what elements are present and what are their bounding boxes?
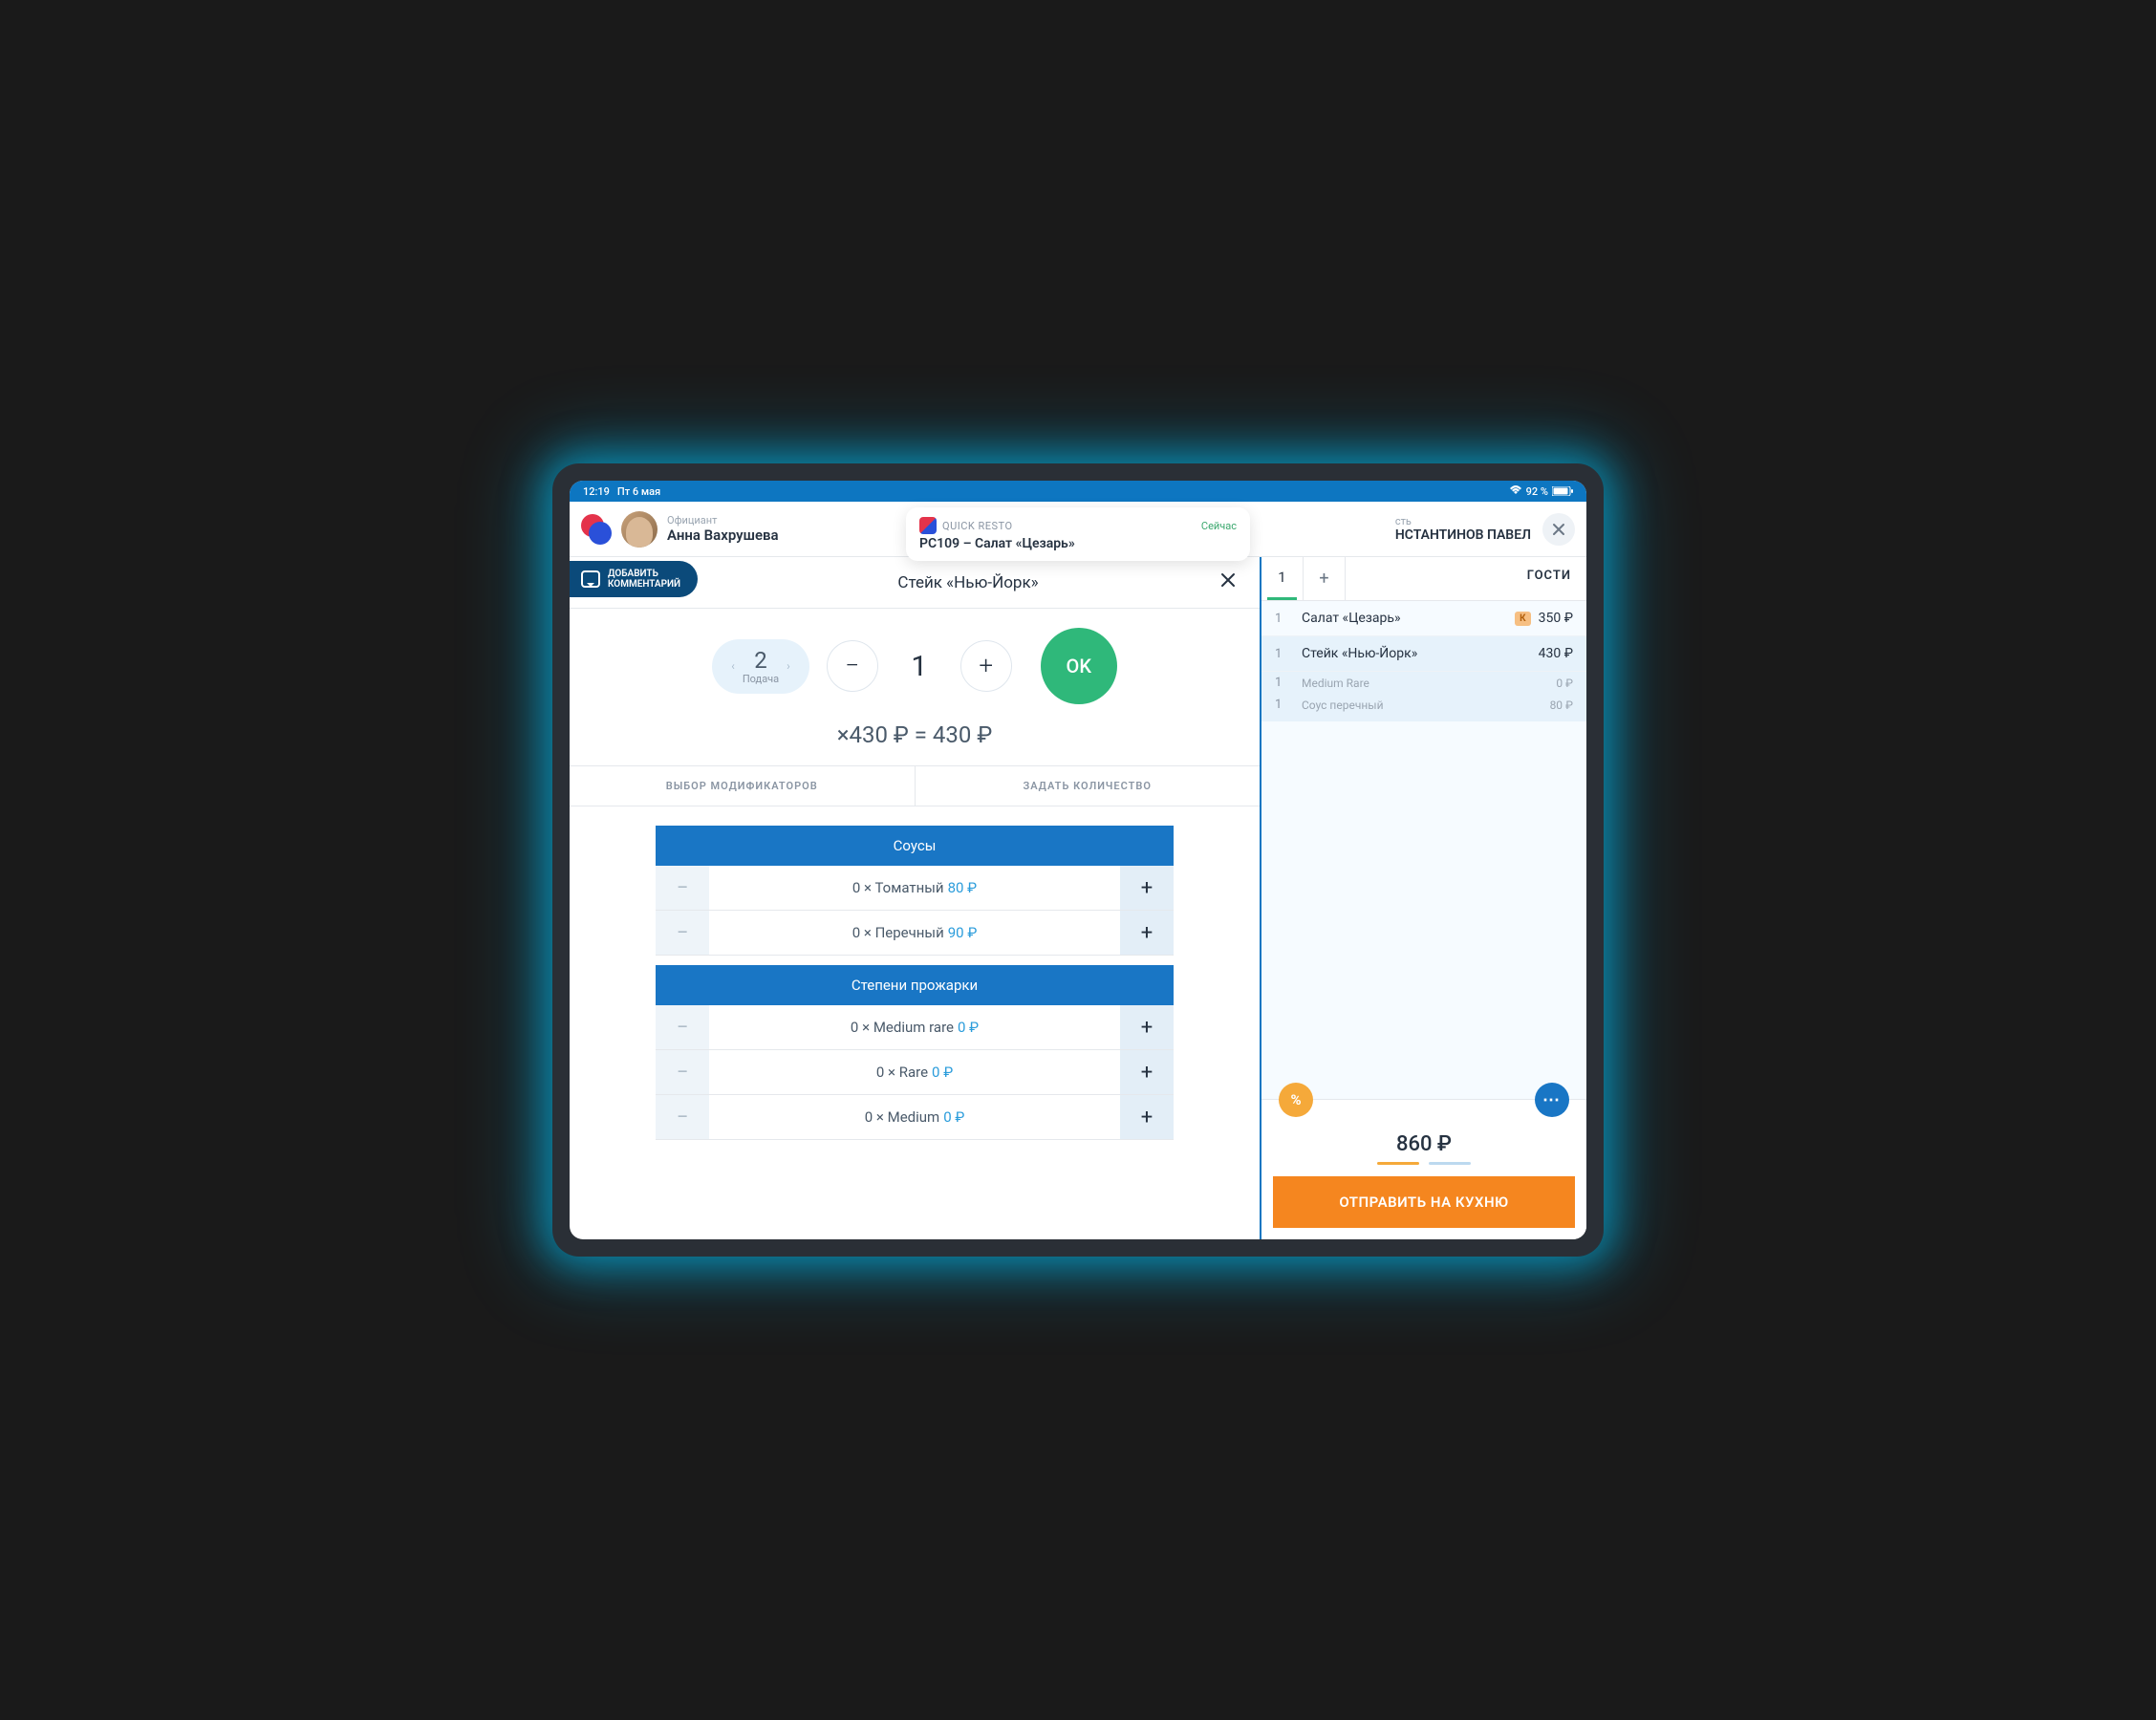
modifier-decrease-button[interactable]: − xyxy=(656,1005,709,1049)
order-footer: % ⋯ 860 ₽ ОТПРАВИТЬ НА КУХНЮ xyxy=(1261,1099,1586,1239)
modifier-label: 0 × Rare0 ₽ xyxy=(709,1050,1120,1094)
avatar[interactable] xyxy=(621,511,658,548)
guest-name: НСТАНТИНОВ ПАВЕЛ xyxy=(1395,527,1531,544)
modifier-group-header: Степени прожарки xyxy=(656,965,1174,1005)
status-bar: 12:19 Пт 6 мая 92 % xyxy=(570,481,1586,502)
guest-add-button[interactable]: + xyxy=(1304,557,1346,600)
modifier-row: − 0 × Medium0 ₽ + xyxy=(656,1095,1174,1140)
qty-decrease-button[interactable]: − xyxy=(827,640,878,692)
add-comment-line2: КОММЕНТАРИЙ xyxy=(608,579,680,590)
status-battery-pct: 92 % xyxy=(1526,485,1548,498)
close-button[interactable] xyxy=(1542,513,1575,546)
item-close-button[interactable] xyxy=(1214,570,1242,594)
app-header: Официант Анна Вахрушева QUICK RESTO Сейч… xyxy=(570,502,1586,557)
order-total: 860 ₽ xyxy=(1261,1117,1586,1162)
app-logo-icon xyxy=(581,514,612,545)
chevron-left-icon: ‹ xyxy=(731,659,735,673)
modifier-label: 0 × Medium rare0 ₽ xyxy=(709,1005,1120,1049)
serving-label: Подача xyxy=(743,674,779,684)
notification-app-icon xyxy=(919,517,937,534)
battery-icon xyxy=(1552,486,1573,496)
serving-number: 2 xyxy=(754,649,767,672)
comment-icon xyxy=(581,570,600,588)
more-button[interactable]: ⋯ xyxy=(1535,1083,1569,1117)
modifier-tabs: ВЫБОР МОДИФИКАТОРОВ ЗАДАТЬ КОЛИЧЕСТВО xyxy=(570,765,1260,806)
modifier-row: − 0 × Rare0 ₽ + xyxy=(656,1050,1174,1095)
guest-tab-1[interactable]: 1 xyxy=(1261,557,1304,600)
qty-value: 1 xyxy=(895,650,943,683)
guest-role-label: сть xyxy=(1395,515,1412,527)
ok-button[interactable]: OK xyxy=(1041,628,1117,704)
notification-time: Сейчас xyxy=(1201,520,1237,532)
item-title: Стейк «Нью-Йорк» xyxy=(722,573,1214,592)
modifier-decrease-button[interactable]: − xyxy=(656,1095,709,1139)
modifier-group-header: Соусы xyxy=(656,826,1174,866)
discount-button[interactable]: % xyxy=(1279,1083,1313,1117)
total-indicators xyxy=(1261,1162,1586,1176)
modifier-row: − 0 × Томатный80 ₽ + xyxy=(656,866,1174,911)
quantity-row: ‹ 2 Подача › − 1 + OK xyxy=(570,609,1260,712)
wifi-icon xyxy=(1509,485,1522,498)
guest-info: сть НСТАНТИНОВ ПАВЕЛ xyxy=(1395,513,1575,546)
notification-body: PC109 – Салат «Цезарь» xyxy=(919,536,1237,551)
waiter-name: Анна Вахрушева xyxy=(667,527,779,544)
add-comment-button[interactable]: ДОБАВИТЬ КОММЕНТАРИЙ xyxy=(570,561,698,597)
guests-label[interactable]: ГОСТИ xyxy=(1346,557,1586,600)
waiter-role-label: Официант xyxy=(667,514,779,527)
modifier-label: 0 × Medium0 ₽ xyxy=(709,1095,1120,1139)
modifier-row: − 0 × Medium rare0 ₽ + xyxy=(656,1005,1174,1050)
modifier-decrease-button[interactable]: − xyxy=(656,1050,709,1094)
guest-tabs: 1 + ГОСТИ xyxy=(1261,557,1586,601)
order-subitem-row: 1 Соус перечный 80 ₽ xyxy=(1261,694,1586,721)
modifier-increase-button[interactable]: + xyxy=(1120,1050,1174,1094)
modifier-label: 0 × Перечный90 ₽ xyxy=(709,911,1120,955)
tab-quantity[interactable]: ЗАДАТЬ КОЛИЧЕСТВО xyxy=(915,766,1261,806)
modifier-decrease-button[interactable]: − xyxy=(656,911,709,955)
waiter-info: Официант Анна Вахрушева xyxy=(667,514,779,544)
order-subitem-row: 1 Medium Rare 0 ₽ xyxy=(1261,672,1586,694)
order-list: 1 Салат «Цезарь» К 350 ₽ 1 Стейк «Нью-Йо… xyxy=(1261,601,1586,1099)
serving-selector[interactable]: ‹ 2 Подача › xyxy=(712,639,809,694)
screen: 12:19 Пт 6 мая 92 % Официант Анна Ва xyxy=(570,481,1586,1239)
modifier-label: 0 × Томатный80 ₽ xyxy=(709,866,1120,910)
notification-app-name: QUICK RESTO xyxy=(942,520,1013,532)
chevron-right-icon: › xyxy=(787,659,790,673)
qty-increase-button[interactable]: + xyxy=(960,640,1012,692)
order-item-row[interactable]: 1 Салат «Цезарь» К 350 ₽ xyxy=(1261,601,1586,636)
modifier-row: − 0 × Перечный90 ₽ + xyxy=(656,911,1174,956)
order-panel: 1 + ГОСТИ 1 Салат «Цезарь» К 350 ₽ 1 Сте… xyxy=(1261,557,1586,1239)
modifier-increase-button[interactable]: + xyxy=(1120,1095,1174,1139)
modifier-increase-button[interactable]: + xyxy=(1120,866,1174,910)
order-item-row[interactable]: 1 Стейк «Нью-Йорк» 430 ₽ xyxy=(1261,636,1586,672)
main-panel: ДОБАВИТЬ КОММЕНТАРИЙ Стейк «Нью-Йорк» ‹ … xyxy=(570,557,1261,1239)
tab-modifiers[interactable]: ВЫБОР МОДИФИКАТОРОВ xyxy=(570,766,915,806)
send-to-kitchen-button[interactable]: ОТПРАВИТЬ НА КУХНЮ xyxy=(1273,1176,1575,1228)
status-date: Пт 6 мая xyxy=(617,485,660,498)
status-time: 12:19 xyxy=(583,485,610,498)
add-comment-line1: ДОБАВИТЬ xyxy=(608,569,680,579)
modifiers-list: Соусы − 0 × Томатный80 ₽ + − 0 × Перечны… xyxy=(570,806,1260,1239)
kitchen-badge: К xyxy=(1515,612,1530,626)
modifier-decrease-button[interactable]: − xyxy=(656,866,709,910)
modifier-increase-button[interactable]: + xyxy=(1120,911,1174,955)
price-calculation: ×430 ₽ = 430 ₽ xyxy=(570,712,1260,765)
content: ДОБАВИТЬ КОММЕНТАРИЙ Стейк «Нью-Йорк» ‹ … xyxy=(570,557,1586,1239)
tablet-frame: 12:19 Пт 6 мая 92 % Официант Анна Ва xyxy=(552,463,1604,1257)
modifier-increase-button[interactable]: + xyxy=(1120,1005,1174,1049)
push-notification[interactable]: QUICK RESTO Сейчас PC109 – Салат «Цезарь… xyxy=(906,507,1250,561)
